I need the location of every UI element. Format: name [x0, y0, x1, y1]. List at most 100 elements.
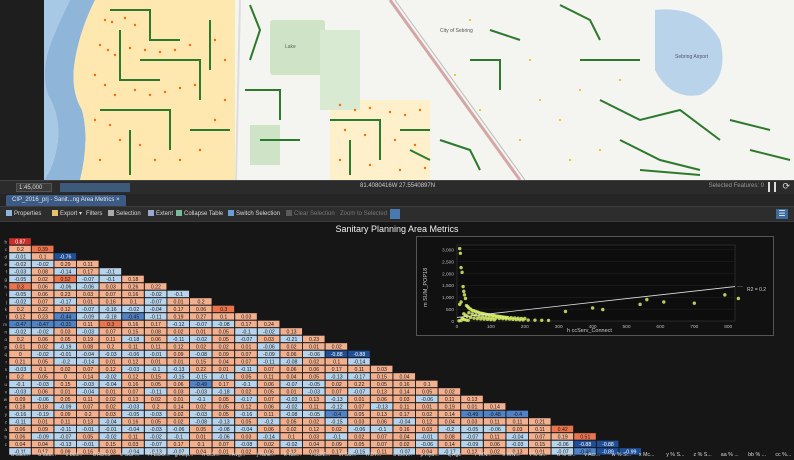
scatter-point[interactable]	[518, 318, 522, 322]
switch-selection-button[interactable]: Switch Selection	[228, 209, 280, 219]
extent-icon	[148, 210, 154, 216]
scatter-point[interactable]	[645, 297, 649, 302]
y-tick-label: 2,500	[442, 259, 454, 265]
scatter-point[interactable]	[507, 317, 512, 321]
scatter-point[interactable]	[461, 284, 465, 289]
scatter-point[interactable]	[484, 315, 488, 319]
scatter-point[interactable]	[463, 296, 468, 301]
x-tick-label: 600	[656, 324, 664, 330]
selection-label: Selection	[116, 211, 141, 217]
properties-icon	[6, 210, 12, 216]
scatter-point[interactable]	[490, 316, 495, 320]
scatter-point[interactable]	[521, 318, 525, 322]
properties-label: Properties	[14, 211, 42, 217]
chart-toolbar: Properties Export ▾ Filters Selection Ex…	[0, 207, 794, 222]
scatter-point[interactable]	[662, 300, 666, 304]
scatter-point[interactable]	[458, 302, 462, 307]
extent-label: Extent	[156, 211, 174, 217]
chart-view-toggle[interactable]	[390, 209, 400, 219]
clear-selection-button[interactable]: Clear Selection	[286, 209, 335, 219]
export-button[interactable]: Export ▾	[52, 209, 82, 219]
scatter-point[interactable]	[459, 265, 463, 270]
map-nav-tools[interactable]	[60, 183, 130, 192]
scatter-point[interactable]	[458, 251, 463, 256]
scatter-point[interactable]	[546, 318, 551, 323]
scatter-point[interactable]	[470, 312, 474, 316]
zoom-to-selected-button[interactable]: Zoom to Selected	[340, 209, 387, 219]
scatter-point[interactable]	[472, 316, 476, 320]
chart-tab-bar: CIP_2016_prj - Sanit...ng Area Metrics ×	[0, 194, 794, 207]
map-label-city: City of Sebring	[440, 28, 473, 34]
switch-selection-icon	[228, 210, 234, 216]
scatter-point[interactable]	[466, 318, 470, 322]
x-axis-label: h ccServ_Connect	[567, 328, 612, 334]
extent-button[interactable]: Extent	[148, 209, 173, 219]
chart-settings-icon[interactable]: ☰	[776, 209, 788, 219]
scatter-point[interactable]	[526, 318, 530, 322]
scatter-point[interactable]	[494, 316, 498, 320]
y-axis-label: m SUM_POP18	[423, 268, 429, 307]
scatter-point[interactable]	[692, 301, 697, 305]
selected-features-count: Selected Features: 0	[708, 183, 764, 189]
collapse-table-button[interactable]: Collapse Table	[176, 209, 223, 219]
properties-button[interactable]: Properties	[6, 209, 41, 219]
scale-select[interactable]: 1:45,000	[16, 183, 52, 192]
x-tick-label: 800	[724, 324, 732, 330]
filters-button[interactable]: Filters	[86, 209, 102, 219]
scatter-point[interactable]	[462, 289, 466, 294]
scatter-point[interactable]	[723, 293, 727, 297]
collapse-table-label: Collapse Table	[184, 211, 224, 217]
map-label-airport: Sebring Airport	[675, 54, 709, 60]
switch-selection-label: Switch Selection	[236, 211, 281, 217]
map-status-bar: 1:45,000 81.4080416W 27.5540897N Selecte…	[0, 180, 794, 195]
r-squared-label: R2 = 0.2	[747, 287, 766, 293]
y-tick-label: 1,500	[442, 283, 454, 289]
scatter-point[interactable]	[487, 315, 491, 320]
scatter-point[interactable]	[458, 246, 462, 251]
x-tick-label: 700	[690, 324, 698, 330]
refresh-icon[interactable]: ⟳	[782, 181, 790, 192]
map-view[interactable]: Lake City of Sebring Sebring Airport	[0, 0, 794, 180]
x-tick-label: 0	[456, 324, 459, 330]
clear-selection-icon	[286, 210, 292, 216]
y-tick-label: 500	[446, 307, 454, 313]
filters-label: Filters	[86, 211, 103, 217]
scatter-point[interactable]	[533, 318, 537, 322]
chart-title: Sanitary Planning Area Metrics	[335, 224, 459, 234]
scatter-point[interactable]	[480, 315, 485, 319]
scatter-point[interactable]	[540, 318, 544, 322]
scatter-point[interactable]	[462, 293, 467, 297]
plot-area	[456, 244, 736, 322]
scatter-point[interactable]	[601, 307, 605, 312]
scatter-point[interactable]	[511, 317, 515, 322]
scatter-point[interactable]	[736, 296, 741, 301]
clear-selection-label: Clear Selection	[294, 211, 335, 217]
scatter-point[interactable]	[514, 317, 519, 322]
x-tick-label: 500	[623, 324, 631, 330]
scatter-plot[interactable]: 05001,0001,5002,0002,5003,0000 100 200 300 4…	[416, 236, 774, 336]
export-icon	[52, 210, 58, 216]
scatter-point[interactable]	[504, 317, 508, 321]
table-icon	[176, 210, 182, 216]
scatter-point[interactable]	[457, 319, 461, 323]
scatter-point[interactable]	[467, 310, 471, 315]
scatter-point[interactable]	[501, 316, 505, 321]
y-tick-label: 1,000	[442, 295, 454, 301]
tab-sanitary-metrics[interactable]: CIP_2016_prj - Sanit...ng Area Metrics ×	[6, 195, 126, 206]
map-label-lake: Lake	[285, 44, 296, 50]
x-tick-label: 300	[555, 324, 563, 330]
scatter-point[interactable]	[460, 270, 464, 275]
y-tick-label: 3,000	[442, 248, 454, 254]
tab-label: CIP_2016_prj - Sanit...ng Area Metrics	[12, 197, 115, 203]
scatter-point[interactable]	[563, 309, 568, 314]
zoom-to-selected-label: Zoom to Selected	[340, 211, 388, 217]
pause-drawing-icon[interactable]	[768, 182, 776, 192]
selection-icon	[108, 210, 114, 216]
y-tick-label: 0	[451, 319, 454, 325]
scatter-point[interactable]	[638, 302, 642, 307]
scatter-point[interactable]	[590, 306, 595, 310]
close-icon[interactable]: ×	[116, 197, 120, 203]
coordinate-readout: 81.4080416W 27.5540897N	[360, 183, 436, 189]
scatter-point[interactable]	[497, 316, 502, 321]
selection-button[interactable]: Selection	[108, 209, 141, 219]
